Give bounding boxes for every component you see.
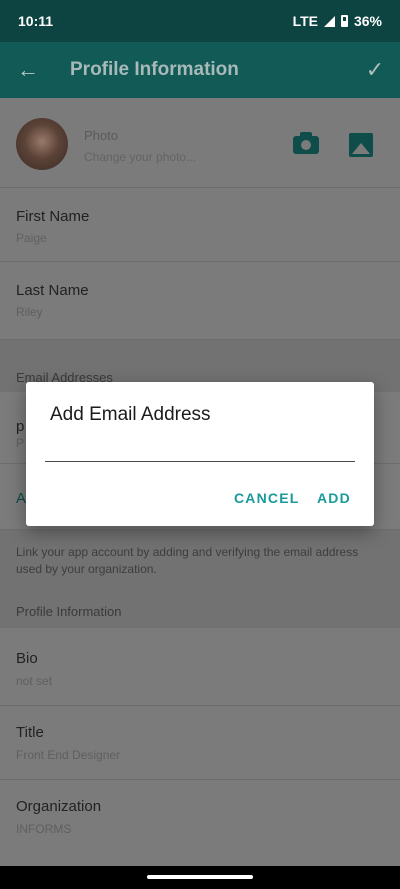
photo-title: Photo xyxy=(84,128,118,143)
email-input[interactable] xyxy=(45,444,355,462)
photo-row[interactable]: Photo Change your photo... xyxy=(0,98,400,188)
last-name-label: Last Name xyxy=(16,282,89,299)
last-name-value: Riley xyxy=(16,305,43,319)
add-email-link[interactable]: A xyxy=(16,490,26,507)
email-helper-section: Link your app account by adding and veri… xyxy=(0,530,400,628)
last-name-row[interactable]: Last Name Riley xyxy=(0,262,400,340)
back-arrow-icon[interactable]: ← xyxy=(0,57,56,83)
first-name-value: Paige xyxy=(16,231,47,245)
camera-icon[interactable] xyxy=(293,132,319,154)
status-bar: 10:11 LTE 36% xyxy=(0,0,400,42)
email-row-label: p xyxy=(16,418,25,435)
bio-label: Bio xyxy=(16,650,38,667)
organization-row[interactable]: Organization INFORMS xyxy=(0,780,400,866)
cancel-button[interactable]: CANCEL xyxy=(234,490,300,506)
status-time: 10:11 xyxy=(18,13,54,29)
add-email-dialog: Add Email Address CANCEL ADD xyxy=(26,382,374,526)
avatar xyxy=(16,118,68,170)
battery-percent: 36% xyxy=(353,13,382,29)
profile-section-label: Profile Information xyxy=(16,604,122,619)
photo-subtitle: Change your photo... xyxy=(84,150,197,164)
title-value: Front End Designer xyxy=(16,748,121,762)
page-title: Profile Information xyxy=(70,59,239,80)
image-icon[interactable] xyxy=(349,133,373,157)
bio-value: not set xyxy=(16,674,53,688)
battery-icon xyxy=(340,15,348,27)
app-bar: ← Profile Information ✓ xyxy=(0,42,400,98)
email-helper-text: Link your app account by adding and veri… xyxy=(16,545,359,576)
network-label: LTE xyxy=(292,13,318,29)
navigation-bar xyxy=(0,866,400,889)
first-name-label: First Name xyxy=(16,208,90,225)
check-icon[interactable]: ✓ xyxy=(350,57,400,83)
dialog-title: Add Email Address xyxy=(50,404,211,425)
status-icons: LTE 36% xyxy=(293,13,382,29)
first-name-row[interactable]: First Name Paige xyxy=(0,188,400,262)
organization-value: INFORMS xyxy=(16,822,72,836)
home-handle[interactable] xyxy=(147,875,253,879)
bio-row[interactable]: Bio not set xyxy=(0,628,400,706)
email-row-value: P xyxy=(16,436,25,450)
title-label: Title xyxy=(16,724,44,741)
add-button[interactable]: ADD xyxy=(317,490,351,506)
organization-label: Organization xyxy=(16,798,102,815)
signal-icon xyxy=(323,15,335,27)
title-row[interactable]: Title Front End Designer xyxy=(0,706,400,780)
